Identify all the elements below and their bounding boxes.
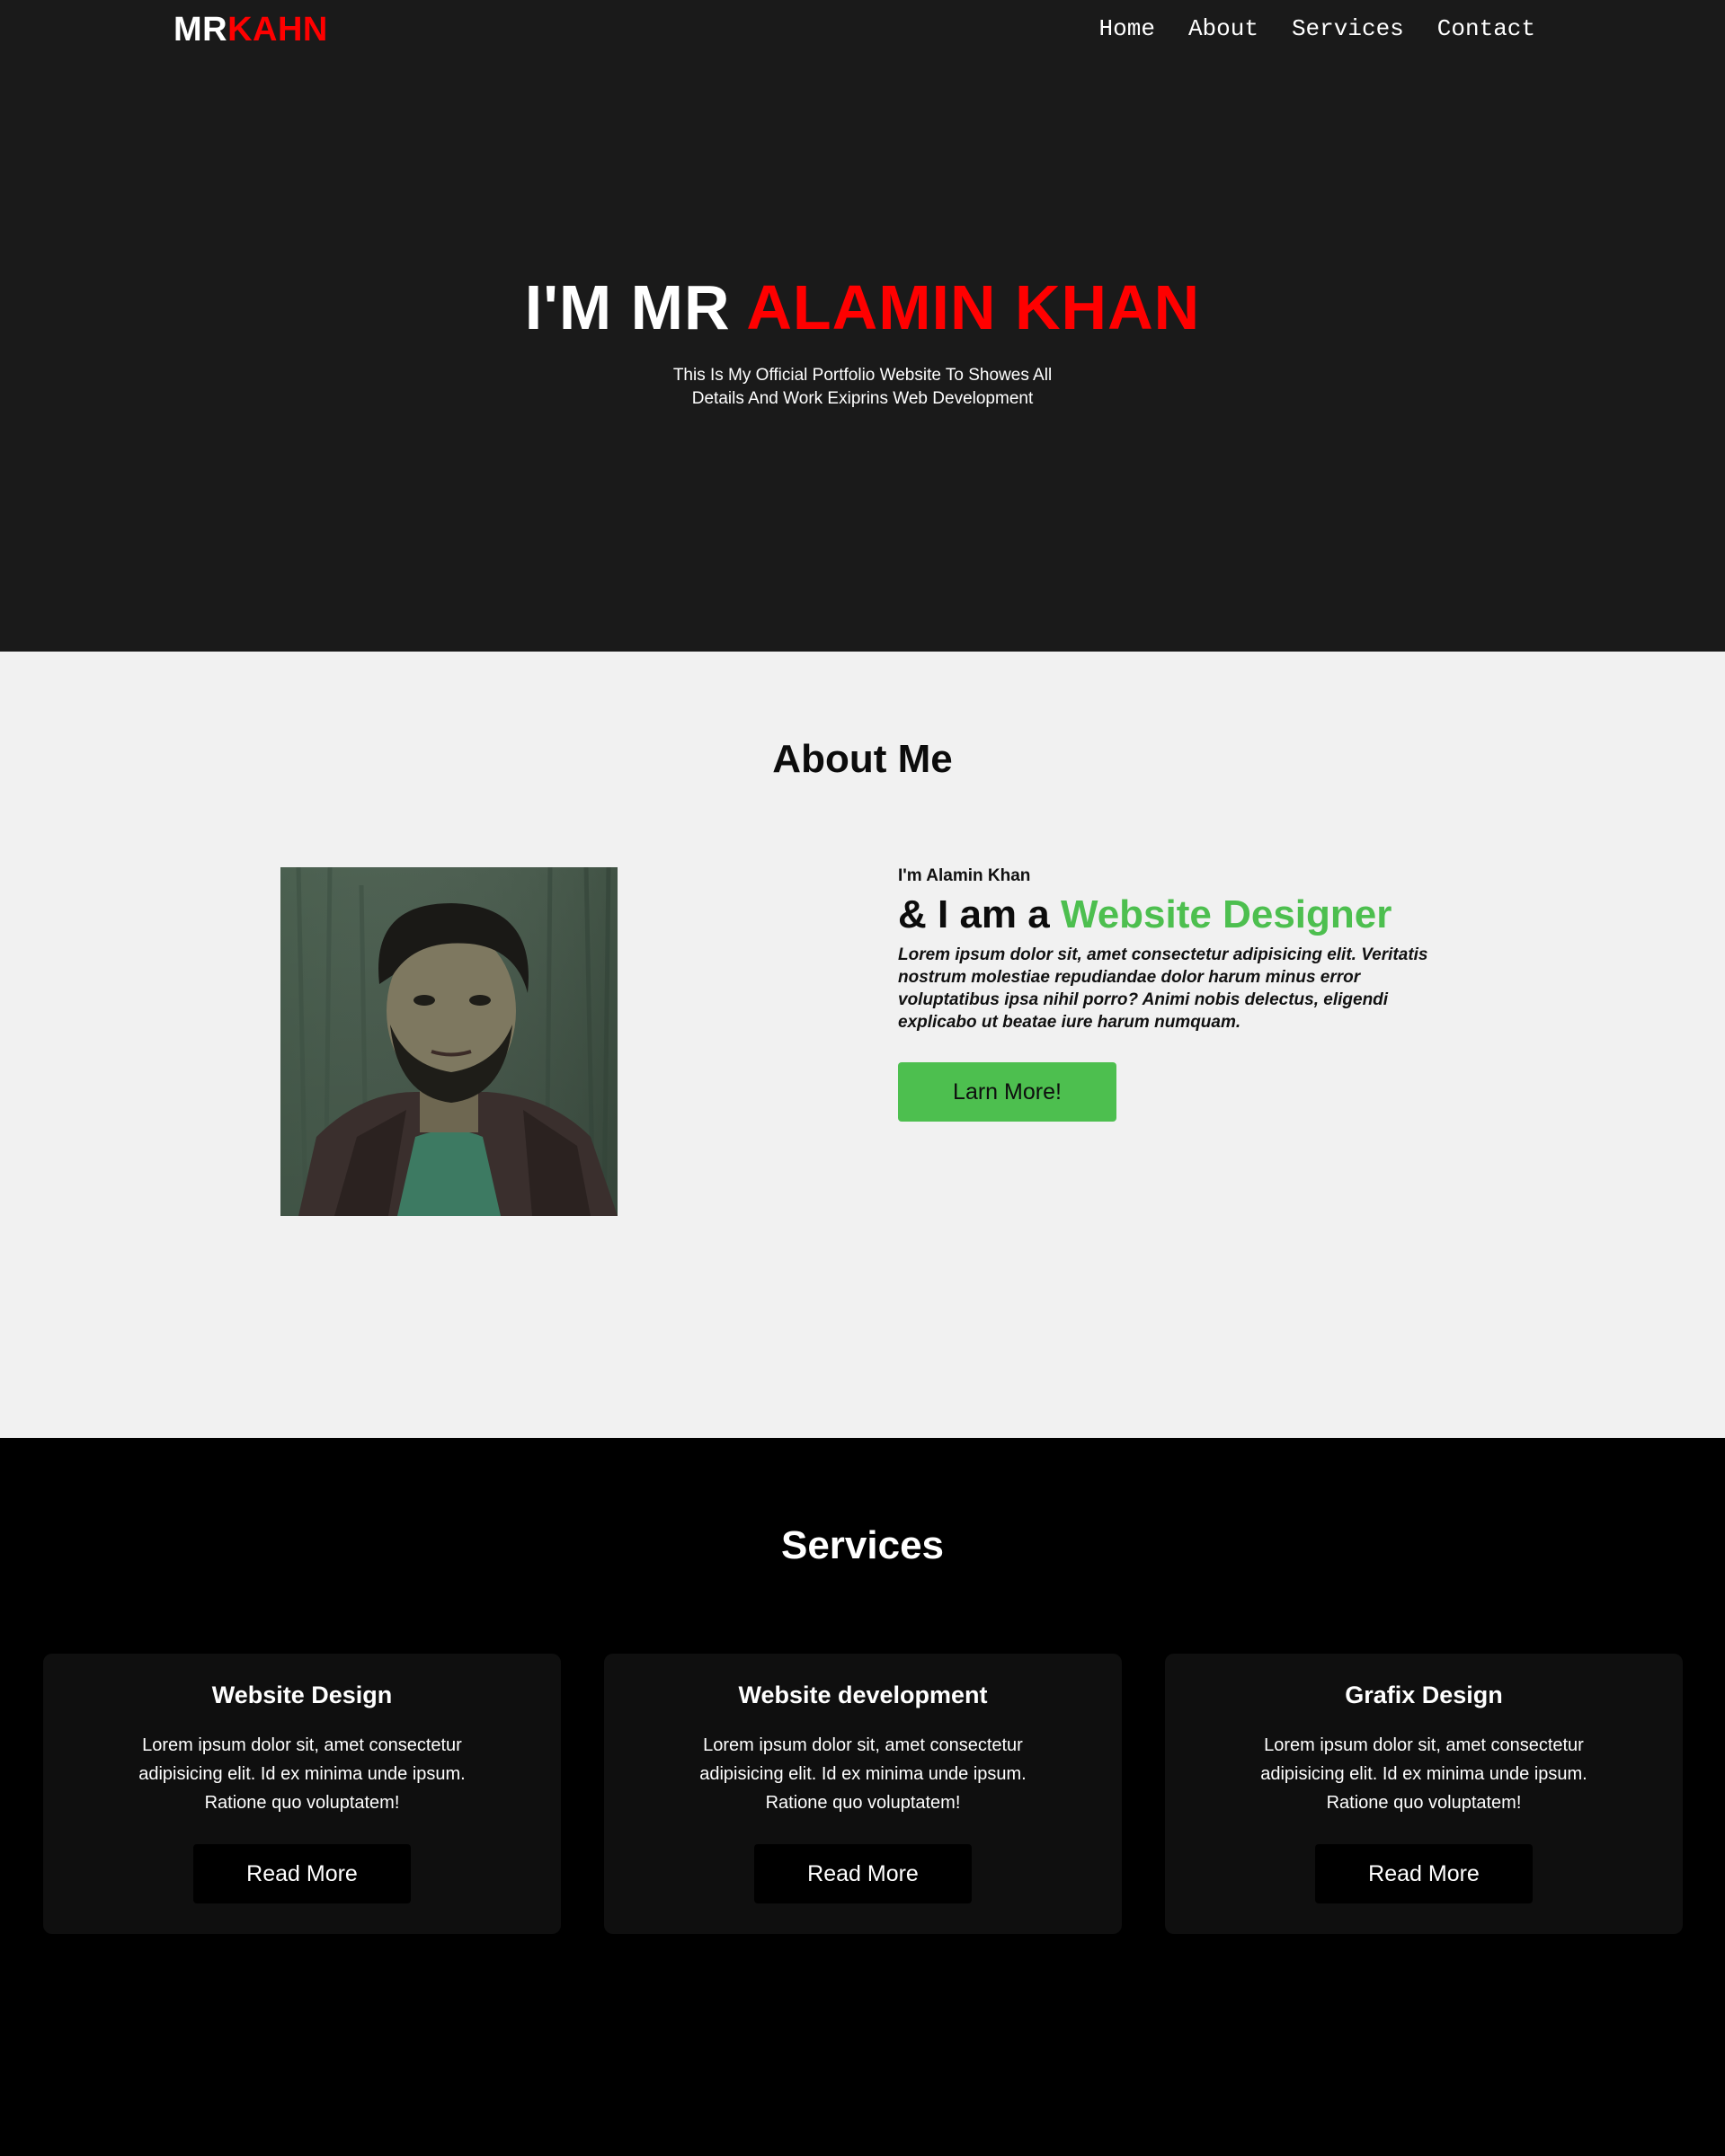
nav-links: Home About Services Contact (1099, 13, 1535, 45)
service-card-website-design: Website Design Lorem ipsum dolor sit, am… (43, 1654, 561, 1934)
about-paragraph: Lorem ipsum dolor sit, amet consectetur … (898, 945, 1428, 1032)
services-heading: Services (780, 1523, 945, 1567)
about-heading: About Me (772, 737, 953, 781)
site-logo[interactable]: MRKAHN (173, 9, 328, 50)
about-role: & I am a Website Designer (898, 890, 1473, 940)
service-card-title: Website development (738, 1681, 988, 1708)
read-more-button[interactable]: Read More (1315, 1844, 1533, 1903)
hero-section: MRKAHN Home About Services Contact I'M M… (0, 0, 1725, 652)
hero-title: I'M MR ALAMIN KHAN (0, 271, 1725, 343)
service-card-grafix-design: Grafix Design Lorem ipsum dolor sit, ame… (1165, 1654, 1683, 1934)
about-intro: I'm Alamin Khan (898, 866, 1031, 885)
read-more-button[interactable]: Read More (193, 1844, 411, 1903)
hero-title-name: ALAMIN KHAN (746, 272, 1201, 342)
hero-subtitle-line-1: This Is My Official Portfolio Website To… (672, 366, 1053, 385)
hero-title-prefix: I'M MR (524, 272, 747, 342)
nav-link-services[interactable]: Services (1292, 13, 1404, 45)
service-card-website-development: Website development Lorem ipsum dolor si… (604, 1654, 1122, 1934)
about-role-highlight: Website Designer (1060, 892, 1392, 936)
profile-photo-image (280, 867, 618, 1216)
nav-link-contact[interactable]: Contact (1437, 13, 1535, 45)
learn-more-button[interactable]: Larn More! (898, 1062, 1116, 1122)
profile-photo (280, 867, 618, 1216)
service-card-text: Lorem ipsum dolor sit, amet consectetur … (699, 1735, 1027, 1813)
about-text-block: I'm Alamin Khan & I am a Website Designe… (898, 865, 1473, 1122)
services-section: Services Website Design Lorem ipsum dolo… (0, 1438, 1725, 2156)
service-card-title: Website Design (211, 1681, 393, 1708)
nav-link-home[interactable]: Home (1099, 13, 1155, 45)
hero-subtitle-line-2: Details And Work Exiprins Web Developmen… (691, 389, 1034, 408)
logo-text-red: KAHN (227, 11, 328, 49)
service-card-text: Lorem ipsum dolor sit, amet consectetur … (138, 1735, 466, 1813)
hero-subtitle: This Is My Official Portfolio Website To… (0, 364, 1725, 411)
nav-link-about[interactable]: About (1188, 13, 1258, 45)
service-card-title: Grafix Design (1345, 1681, 1503, 1708)
logo-text-white: MR (173, 11, 228, 49)
top-nav: MRKAHN Home About Services Contact (0, 0, 1725, 59)
about-role-prefix: & I am a (898, 892, 1061, 936)
about-section: About Me I'm Alamin Khan & I am a Websit… (0, 652, 1725, 1438)
service-card-text: Lorem ipsum dolor sit, amet consectetur … (1260, 1735, 1587, 1813)
read-more-button[interactable]: Read More (754, 1844, 972, 1903)
